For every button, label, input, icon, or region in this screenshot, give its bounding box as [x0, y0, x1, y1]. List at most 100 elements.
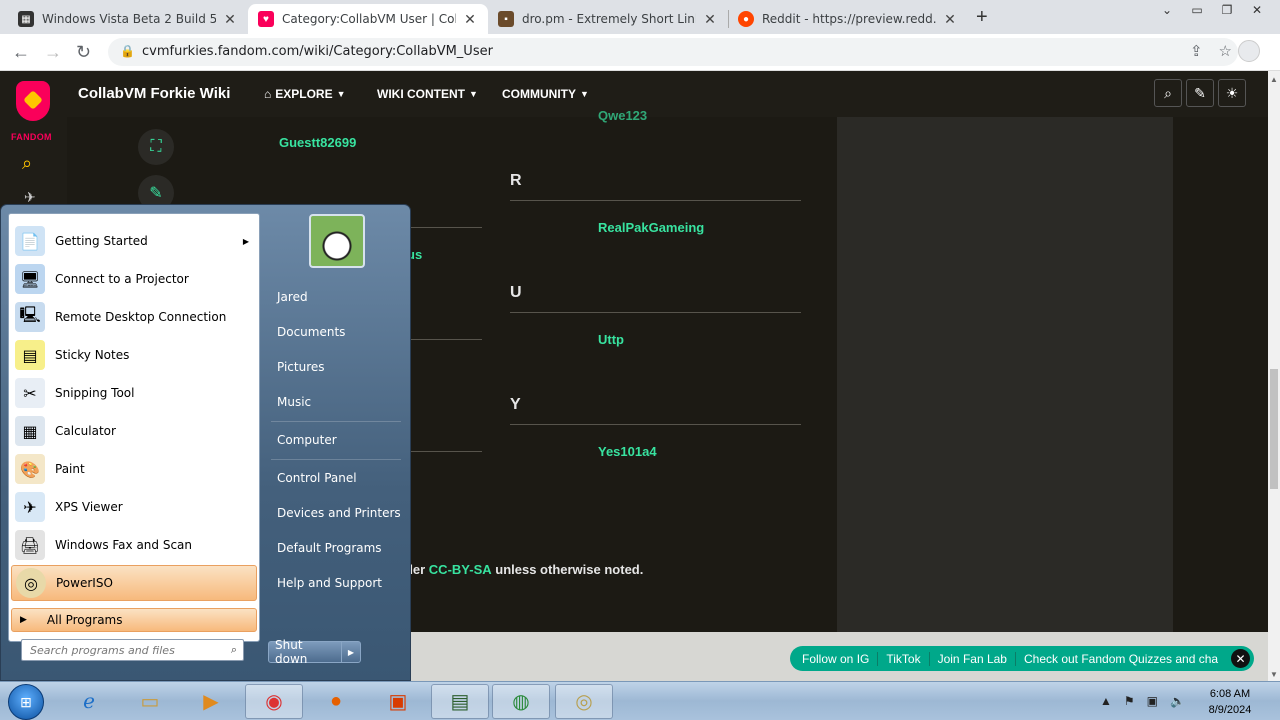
search-icon[interactable]: ⌕	[231, 643, 237, 657]
program-getting-started[interactable]: 📄 Getting Started ▶	[11, 223, 257, 259]
menu-label: EXPLORE	[275, 87, 333, 101]
program-snipping-tool[interactable]: ✂ Snipping Tool	[11, 375, 257, 411]
start-link-pictures[interactable]: Pictures	[277, 360, 325, 374]
program-poweriso[interactable]: ◎ PowerISO	[11, 565, 257, 601]
calculator-icon: ▦	[15, 416, 45, 446]
profile-avatar[interactable]	[1238, 40, 1260, 62]
lock-icon[interactable]: 🔒	[120, 44, 135, 58]
program-calculator[interactable]: ▦ Calculator	[11, 413, 257, 449]
category-member-link[interactable]: RealPakGameing	[598, 220, 704, 235]
menu-explore[interactable]: ⌂ EXPLORE ▼	[264, 87, 346, 101]
license-link[interactable]: CC-BY-SA	[429, 562, 492, 577]
category-member-link[interactable]: Uttp	[598, 332, 624, 347]
sticky-notes-icon: ▤	[15, 340, 45, 370]
close-window-icon[interactable]: ✕	[1242, 0, 1272, 20]
close-icon[interactable]: ✕	[1231, 649, 1250, 668]
chevron-down-icon[interactable]: ⌄	[1152, 0, 1182, 20]
tab-reddit[interactable]: ● Reddit - https://preview.redd.it/3 ✕	[728, 4, 968, 34]
forward-icon[interactable]: →	[44, 42, 62, 63]
menu-community[interactable]: COMMUNITY ▼	[502, 87, 589, 101]
start-link-devices-printers[interactable]: Devices and Printers	[277, 506, 401, 520]
category-member-link[interactable]: Yes101a4	[598, 444, 657, 459]
network-icon[interactable]: ▣	[1147, 694, 1158, 708]
program-remote-desktop[interactable]: 🖳 Remote Desktop Connection	[11, 299, 257, 335]
all-programs-button[interactable]: ▶ All Programs	[11, 608, 257, 632]
shutdown-label[interactable]: Shut down	[269, 638, 342, 666]
user-avatar[interactable]	[309, 214, 365, 268]
promo-quizzes[interactable]: Check out Fandom Quizzes and cha	[1016, 652, 1226, 666]
media-player-icon[interactable]: ▶	[182, 684, 240, 719]
disc-icon: ◎	[16, 568, 46, 598]
close-icon[interactable]: ✕	[942, 11, 958, 28]
start-link-default-programs[interactable]: Default Programs	[277, 541, 382, 555]
menu-wiki-content[interactable]: WIKI CONTENT ▼	[377, 87, 478, 101]
program-paint[interactable]: 🎨 Paint	[11, 451, 257, 487]
category-member-link[interactable]: Qwe123	[598, 108, 647, 123]
tab-vista[interactable]: ▦ Windows Vista Beta 2 Build 5384 ✕	[8, 4, 248, 34]
search-icon[interactable]: ⌕	[1154, 79, 1182, 107]
tray-expand-icon[interactable]: ▲	[1100, 694, 1112, 708]
minimize-icon[interactable]: ▭	[1182, 0, 1212, 20]
scroll-down-icon[interactable]: ▼	[1270, 670, 1278, 679]
paint-icon: 🎨	[15, 454, 45, 484]
window-controls: ⌄ ▭ ❐ ✕	[1152, 0, 1272, 20]
start-link-user[interactable]: Jared	[277, 290, 308, 304]
wiki-name[interactable]: CollabVM Forkie Wiki	[78, 85, 230, 102]
start-link-music[interactable]: Music	[277, 395, 311, 409]
divider	[407, 451, 482, 452]
promo-follow-ig[interactable]: Follow on IG	[794, 651, 879, 666]
theme-toggle-icon[interactable]: ☀	[1218, 79, 1246, 107]
restore-icon[interactable]: ❐	[1212, 0, 1242, 20]
page-scrollbar[interactable]: ▲ ▼	[1268, 71, 1280, 681]
scroll-up-icon[interactable]: ▲	[1270, 75, 1278, 84]
close-icon[interactable]: ✕	[222, 11, 238, 28]
clock[interactable]: 6:08 AM 8/9/2024	[1195, 686, 1265, 718]
search-icon[interactable]: ⌕	[22, 153, 32, 174]
new-tab-icon[interactable]: +	[976, 6, 988, 29]
tab-title: Reddit - https://preview.redd.it/3	[762, 12, 936, 26]
office-icon[interactable]: ▣	[369, 684, 427, 719]
getting-started-icon: 📄	[15, 226, 45, 256]
promo-fan-lab[interactable]: Join Fan Lab	[930, 651, 1016, 666]
firefox-icon[interactable]: ●	[307, 684, 365, 719]
program-xps-viewer[interactable]: ✈ XPS Viewer	[11, 489, 257, 525]
tab-title: dro.pm - Extremely Short Links	[522, 12, 696, 26]
program-sticky-notes[interactable]: ▤ Sticky Notes	[11, 337, 257, 373]
category-member-link[interactable]: Guestt82699	[279, 135, 356, 150]
url-text[interactable]: cvmfurkies.fandom.com/wiki/Category:Coll…	[142, 44, 493, 59]
internet-explorer-icon[interactable]: ℯ	[60, 684, 118, 719]
shutdown-button[interactable]: Shut down ▶	[268, 638, 361, 666]
disc-app-icon[interactable]: ◎	[555, 684, 613, 719]
start-link-documents[interactable]: Documents	[277, 325, 345, 339]
flag-icon[interactable]: ⚑	[1124, 694, 1135, 708]
fullscreen-icon[interactable]: ⛶	[138, 129, 174, 165]
start-search-input[interactable]: Search programs and files ⌕	[21, 639, 244, 661]
address-bar[interactable]: 🔒 cvmfurkies.fandom.com/wiki/Category:Co…	[108, 38, 1238, 66]
shutdown-options-icon[interactable]: ▶	[342, 648, 360, 657]
share-icon[interactable]: ⇪	[1190, 42, 1203, 60]
vm-app-icon[interactable]: ▤	[431, 684, 489, 719]
start-link-help-support[interactable]: Help and Support	[277, 576, 382, 590]
tab-dropm[interactable]: ▪ dro.pm - Extremely Short Links ✕	[488, 4, 728, 34]
file-explorer-icon[interactable]: ▭	[121, 684, 179, 719]
program-connect-projector[interactable]: 🖥 Connect to a Projector	[11, 261, 257, 297]
scrollbar-thumb[interactable]	[1270, 369, 1278, 489]
bookmark-star-icon[interactable]: ☆	[1219, 42, 1232, 60]
volume-muted-icon[interactable]: 🔈	[1170, 694, 1185, 708]
back-icon[interactable]: ←	[12, 42, 30, 63]
program-fax-scan[interactable]: 🖨 Windows Fax and Scan	[11, 527, 257, 563]
promo-tiktok[interactable]: TikTok	[878, 651, 930, 666]
chrome-icon[interactable]: ◉	[245, 684, 303, 719]
start-link-control-panel[interactable]: Control Panel	[277, 471, 357, 485]
start-link-computer[interactable]: Computer	[277, 433, 337, 447]
chevron-down-icon: ▼	[469, 89, 478, 99]
chevron-down-icon: ▼	[580, 89, 589, 99]
close-icon[interactable]: ✕	[702, 11, 718, 28]
network-app-icon[interactable]: ◍	[492, 684, 550, 719]
tab-collabvm-user[interactable]: ♥ Category:CollabVM User | Collab ✕	[248, 4, 488, 34]
reload-icon[interactable]: ↻	[76, 42, 91, 63]
close-icon[interactable]: ✕	[462, 11, 478, 28]
discussions-icon[interactable]: ✎	[1186, 79, 1214, 107]
start-orb-icon[interactable]: ⊞	[8, 684, 44, 720]
fandom-logo-icon[interactable]	[16, 81, 50, 121]
